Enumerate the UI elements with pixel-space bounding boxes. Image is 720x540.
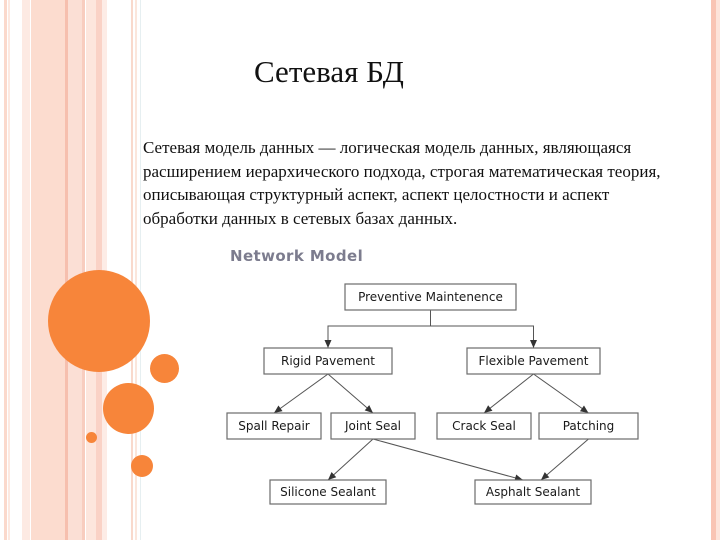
node-label: Silicone Sealant — [280, 485, 376, 499]
node-label: Crack Seal — [452, 419, 516, 433]
diagram-node-pm: Preventive Maintenence — [344, 283, 517, 311]
diagram-edge-pm-to-flex — [430, 310, 537, 348]
edge-line — [327, 438, 374, 481]
edge-line — [430, 310, 534, 348]
node-label: Asphalt Sealant — [486, 485, 581, 499]
node-label: Rigid Pavement — [281, 354, 375, 368]
diagram-node-spall: Spall Repair — [226, 412, 322, 440]
edge-line — [327, 310, 431, 348]
diagram-edge-rigid-to-joint — [327, 373, 374, 414]
edge-line — [327, 373, 374, 414]
diagram-node-patch: Patching — [538, 412, 639, 440]
arrow-head — [324, 340, 332, 348]
diagram-node-rigid: Rigid Pavement — [263, 347, 393, 375]
diagram-edge-flex-to-patch — [533, 373, 589, 414]
diagram-node-joint: Joint Seal — [330, 412, 416, 440]
edge-line — [483, 373, 534, 414]
node-label: Preventive Maintenence — [358, 290, 503, 304]
edges-layer — [273, 310, 589, 482]
node-label: Flexible Pavement — [479, 354, 589, 368]
node-label: Joint Seal — [344, 419, 401, 433]
edge-line — [273, 373, 329, 414]
edge-line — [540, 438, 589, 481]
diagram-edge-joint-to-asphalt — [372, 438, 524, 482]
node-label: Spall Repair — [238, 419, 310, 433]
diagram-node-silicone: Silicone Sealant — [269, 479, 387, 505]
arrow-head — [530, 340, 537, 348]
diagram-node-flex: Flexible Pavement — [466, 347, 601, 375]
diagram-edge-joint-to-silicone — [327, 438, 374, 481]
node-label: Patching — [563, 419, 615, 433]
nodes-layer: Preventive Maintenence Rigid Pavement Flex… — [226, 283, 639, 505]
diagram-edge-pm-to-rigid — [324, 310, 431, 348]
diagram-node-crack: Crack Seal — [436, 412, 532, 440]
edge-line — [372, 438, 524, 481]
diagram-edge-flex-to-crack — [483, 373, 534, 414]
diagram-edge-rigid-to-spall — [273, 373, 329, 414]
diagram-edge-patch-to-asphalt — [540, 438, 589, 481]
arrow-head — [274, 405, 283, 413]
edge-line — [533, 373, 589, 414]
diagram-node-asphalt: Asphalt Sealant — [474, 479, 592, 505]
network-model-diagram: Preventive Maintenence Rigid Pavement Flex… — [226, 283, 639, 505]
arrow-head — [579, 405, 589, 413]
arrow-head — [484, 405, 493, 413]
